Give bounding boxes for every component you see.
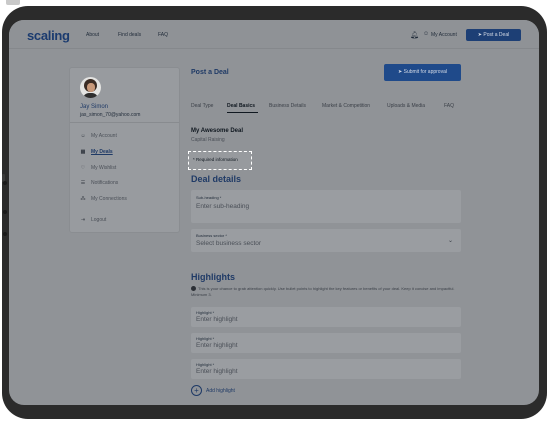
nav-link-about[interactable]: About [86, 32, 99, 38]
sidebar-item-label: My Deals [91, 149, 113, 155]
required-info-highlight: * Required information [188, 151, 252, 170]
page-title: Post a Deal [191, 69, 229, 76]
bell-icon[interactable]: 🔔︎ [410, 31, 419, 39]
user-icon: ☺ [80, 133, 86, 139]
highlight-input[interactable]: Enter highlight [196, 342, 238, 349]
sidebar-item-label: Logout [91, 217, 107, 223]
highlight-field-2[interactable]: Highlight * Enter highlight [191, 333, 461, 353]
field-label: Highlight * [196, 310, 215, 315]
profile-sidebar: Jay Simon jas_simon_70@yahoo.com ☺ My Acc… [69, 67, 180, 233]
submit-for-approval-button[interactable]: ➤ Submit for approval [384, 64, 461, 81]
bezel-dot [3, 181, 7, 185]
sidebar-item-my-wishlist[interactable]: ♡ My Wishlist [78, 165, 117, 171]
logout-icon: ⇥ [80, 217, 86, 223]
bezel-dot [3, 232, 7, 236]
sector-selected-value: Select business sector [196, 240, 262, 247]
deal-subtitle: Capital Raising [191, 137, 225, 143]
user-name: Jay Simon [80, 104, 109, 110]
send-icon: ➤ [477, 32, 482, 38]
top-edge-tab [6, 0, 20, 5]
network-icon: ⁂ [80, 196, 86, 202]
logo[interactable]: scaling [27, 28, 70, 43]
subheading-input[interactable]: Enter sub-heading [196, 203, 249, 210]
add-highlight-label: Add highlight [206, 387, 235, 394]
chevron-down-icon: ⌄ [447, 238, 453, 244]
sidebar-item-my-account[interactable]: ☺ My Account [78, 133, 117, 139]
subheading-field[interactable]: Sub-heading * Enter sub-heading [191, 190, 461, 223]
tablet-screen: scaling About Find deals FAQ 🔔︎ ☺ My Acc… [9, 20, 539, 405]
active-tab-underline [227, 112, 258, 113]
heart-icon: ♡ [80, 165, 86, 171]
post-deal-label: Post a Deal [483, 32, 510, 38]
tab-faq[interactable]: FAQ [444, 103, 454, 109]
document-icon: ☰ [80, 180, 86, 186]
tab-deal-basics[interactable]: Deal Basics [227, 103, 255, 109]
highlight-field-3[interactable]: Highlight * Enter highlight [191, 359, 461, 379]
sidebar-item-label: My Connections [91, 196, 127, 202]
required-info-text: * Required information [193, 157, 238, 162]
avatar [80, 77, 101, 98]
add-highlight-button[interactable]: + Add highlight [191, 385, 235, 396]
sidebar-item-notifications[interactable]: ☰ Notifications [78, 180, 118, 186]
info-icon [191, 286, 196, 292]
send-icon: ➤ [398, 69, 403, 75]
deal-name: My Awesome Deal [191, 128, 244, 134]
submit-label: Submit for approval [403, 69, 447, 75]
deal-details-heading: Deal details [191, 174, 242, 184]
business-sector-select[interactable]: Business sector * Select business sector… [191, 229, 461, 252]
sidebar-item-label: Notifications [91, 180, 119, 186]
highlights-heading: Highlights [191, 272, 235, 282]
bezel-dot [3, 210, 7, 214]
sidebar-item-my-deals[interactable]: ▦ My Deals [78, 149, 113, 155]
sidebar-item-label: My Wishlist [91, 165, 117, 171]
field-label: Highlight * [196, 336, 215, 341]
sidebar-item-my-connections[interactable]: ⁂ My Connections [78, 196, 127, 202]
account-icon[interactable]: ☺ [423, 31, 429, 37]
highlight-input[interactable]: Enter highlight [196, 316, 238, 323]
sidebar-item-logout[interactable]: ⇥ Logout [78, 217, 106, 223]
highlights-info-text: This is your chance to grab attention qu… [191, 286, 455, 297]
deals-icon: ▦ [80, 149, 86, 155]
sidebar-item-label: My Account [91, 133, 117, 139]
highlight-field-1[interactable]: Highlight * Enter highlight [191, 307, 461, 327]
tab-deal-type[interactable]: Deal Type [191, 103, 213, 109]
divider [70, 122, 179, 123]
field-label: Sub-heading * [196, 195, 222, 200]
tab-business-details[interactable]: Business Details [269, 103, 306, 109]
top-nav: scaling About Find deals FAQ 🔔︎ ☺ My Acc… [9, 20, 539, 49]
field-label: Business sector * [196, 233, 227, 238]
my-account-link[interactable]: My Account [431, 32, 457, 38]
plus-icon: + [191, 385, 202, 396]
highlight-input[interactable]: Enter highlight [196, 368, 238, 375]
user-email: jas_simon_70@yahoo.com [80, 112, 141, 118]
tab-market-competition[interactable]: Market & Competition [322, 103, 370, 109]
highlights-info: This is your chance to grab attention qu… [191, 286, 459, 298]
field-label: Highlight * [196, 362, 215, 367]
nav-link-faq[interactable]: FAQ [158, 32, 168, 38]
tab-uploads-media[interactable]: Uploads & Media [387, 103, 425, 109]
post-deal-button[interactable]: ➤ Post a Deal [466, 29, 521, 41]
nav-link-find-deals[interactable]: Find deals [118, 32, 141, 38]
